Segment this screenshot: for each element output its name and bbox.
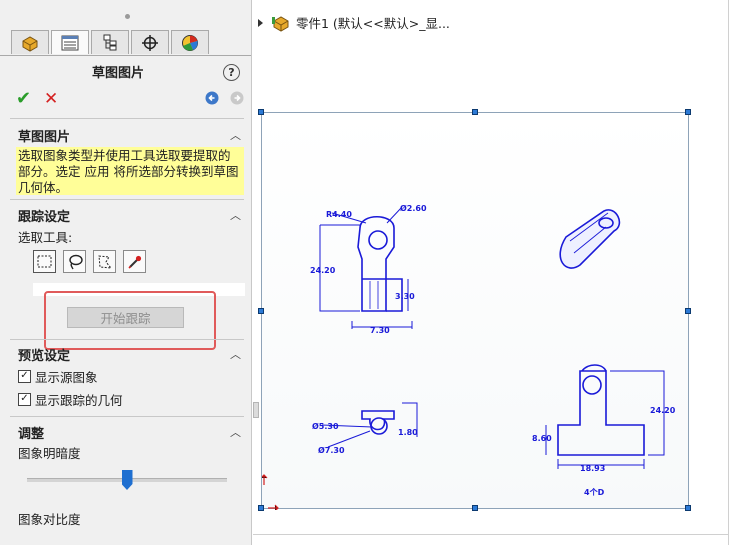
property-manager-icon [61,35,79,50]
tab-configuration-manager[interactable] [91,30,129,54]
traced-drawing: R4.40 Ø2.60 24.20 7.30 3.30 Ø5.30 Ø7.30 … [260,203,676,512]
tab-display-manager[interactable] [171,30,209,54]
show-traced-geometry-checkbox[interactable]: ✓ 显示跟踪的几何 [18,390,123,409]
resize-handle[interactable] [685,109,691,115]
resize-handle[interactable] [258,109,264,115]
brightness-slider-thumb[interactable] [121,470,133,490]
resize-handle[interactable] [685,308,691,314]
dim-label: 7.30 [370,326,390,335]
polygon-select-icon [97,254,112,269]
show-traced-geometry-label: 显示跟踪的几何 [35,393,123,408]
dim-label: R4.40 [326,210,352,219]
dim-label: 3.30 [395,292,415,301]
lasso-icon [68,254,83,269]
tab-property-manager[interactable] [51,30,89,54]
forward-arrow-icon[interactable] [230,91,244,105]
dim-label: 1.80 [398,428,418,437]
section-title-trace-settings: 跟踪设定 [18,210,71,225]
part-hatch [369,281,379,309]
cancel-x-icon[interactable]: ✕ [44,89,58,109]
collapse-chevron-icon[interactable]: ︿ [230,127,241,143]
resize-handle[interactable] [685,505,691,511]
section-divider [10,199,244,200]
contrast-label: 图象对比度 [18,512,81,527]
panel-grip-icon[interactable] [125,14,130,19]
highlight-annotation-box [44,291,216,350]
brightness-label: 图象明暗度 [18,446,81,461]
ok-check-icon[interactable]: ✔ [16,88,31,109]
lasso-select-tool[interactable] [63,250,86,273]
dim-label: 24.20 [310,266,336,275]
section-title-sketch-picture: 草图图片 [18,130,71,145]
tree-item-label: 零件1 (默认<<默认>_显... [296,16,450,31]
display-manager-icon [182,34,198,51]
dim-label: Ø5.30 [312,421,339,431]
tab-divider [0,55,251,56]
window-border [253,534,729,535]
feature-tree-flyout[interactable]: 零件1 (默认<<默认>_显... [258,13,450,32]
show-source-image-label: 显示源图象 [35,370,98,385]
resize-handle[interactable] [258,505,264,511]
dim-label: 8.60 [532,434,552,443]
checkbox-checked-icon[interactable]: ✓ [18,393,31,406]
dim-label: 18.93 [580,464,605,473]
polygon-select-tool[interactable] [93,250,116,273]
panel-collapse-handle[interactable] [253,402,259,418]
collapse-chevron-icon[interactable]: ︿ [230,207,241,223]
feature-manager-icon [22,35,38,52]
hole-circle [368,230,388,250]
part-outline [581,364,607,372]
hint-message: 选取图象类型并使用工具选取要提取的部分。选定 应用 将所选部分转换到草图几何体。 [16,147,244,195]
section-title-adjust: 调整 [18,427,45,442]
rect-select-icon [37,255,52,268]
dim-label: 24.20 [650,406,676,415]
tab-feature-manager[interactable] [11,30,49,54]
expand-triangle-icon[interactable] [258,18,263,27]
origin-x-arrow-icon [268,504,279,512]
select-tool-row [33,250,153,273]
section-divider [10,339,244,340]
select-tool-label: 选取工具: [18,230,73,245]
resize-handle[interactable] [472,505,478,511]
sketch-picture-canvas[interactable]: R4.40 Ø2.60 24.20 7.30 3.30 Ø5.30 Ø7.30 … [260,112,689,512]
show-source-image-checkbox[interactable]: ✓ 显示源图象 [18,367,98,386]
dim-label: Ø7.30 [318,445,345,455]
property-manager-panel: 草图图片 ? ✔ ✕ 草图图片 ︿ 选取图象类型并使用工具选取要提取的部分。选定… [0,0,252,545]
part-icon [272,15,289,32]
window-border [728,0,729,545]
color-select-tool[interactable] [123,250,146,273]
origin-y-arrow-icon [260,474,268,485]
page-title: 草图图片 [91,66,144,81]
help-icon[interactable]: ? [223,64,240,81]
resize-handle[interactable] [472,109,478,115]
resize-handle[interactable] [258,308,264,314]
collapse-chevron-icon[interactable]: ︿ [230,424,241,440]
dim-label: 4个D [584,487,605,497]
tab-dimxpert[interactable] [131,30,169,54]
configuration-manager-icon [103,34,117,50]
hole-circle [582,375,602,395]
dim-label: Ø2.60 [400,203,427,213]
checkbox-checked-icon[interactable]: ✓ [18,370,31,383]
section-divider [10,416,244,417]
eyedropper-icon [127,255,141,269]
rect-select-tool[interactable] [33,250,56,273]
collapse-chevron-icon[interactable]: ︿ [230,346,241,362]
manager-tabs [11,30,211,55]
section-title-preview-settings: 预览设定 [18,349,71,364]
back-arrow-icon[interactable] [205,91,219,105]
section-divider [10,118,244,119]
dimxpert-icon [142,34,158,51]
